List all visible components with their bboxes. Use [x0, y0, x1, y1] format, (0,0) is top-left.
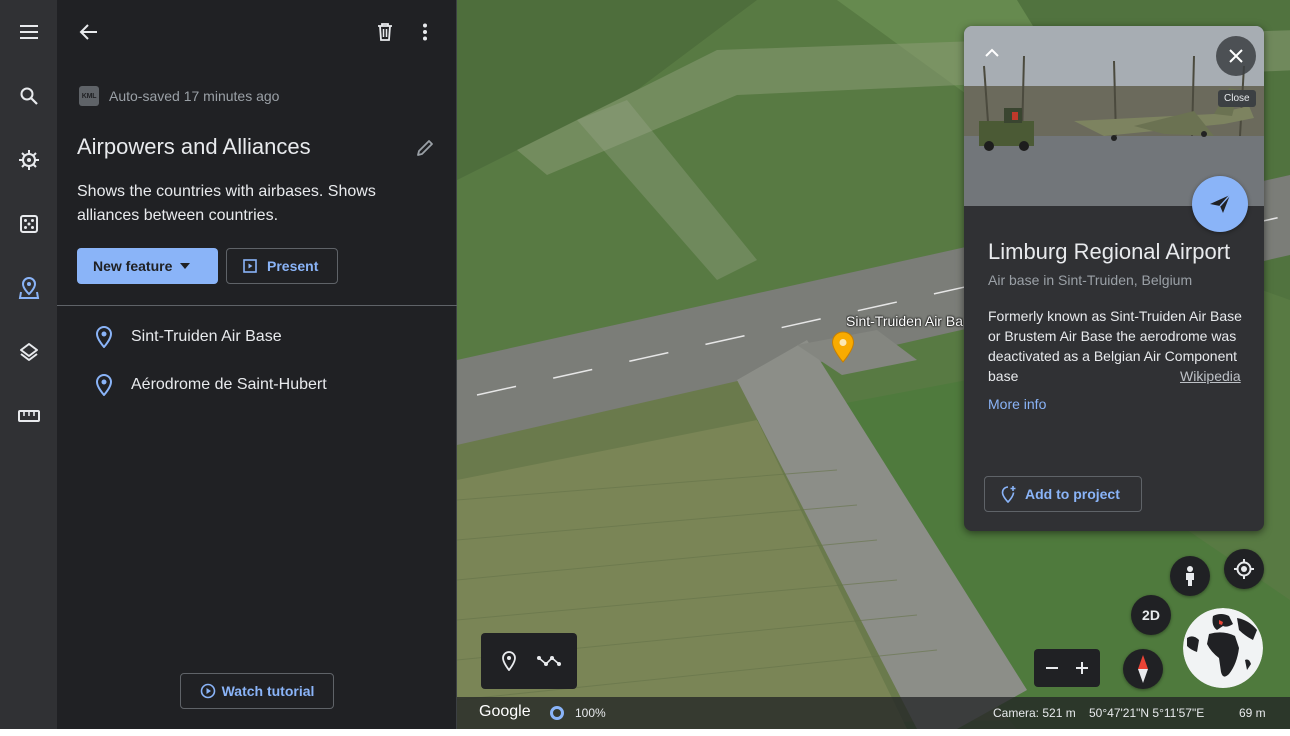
dropdown-arrow-icon — [180, 263, 191, 269]
place-title: Limburg Regional Airport — [988, 239, 1231, 264]
measure-button[interactable] — [13, 400, 45, 432]
google-logo: Google — [479, 703, 531, 720]
map-viewport[interactable]: Sint-Truiden Air Base — [457, 0, 1290, 729]
compass-icon — [1136, 654, 1150, 684]
loading-indicator — [550, 706, 564, 720]
play-circle-icon — [200, 683, 216, 699]
pegman-button[interactable] — [1170, 556, 1210, 596]
present-label: Present — [267, 258, 319, 274]
panel-divider — [57, 305, 457, 306]
polyline-icon — [537, 654, 561, 668]
close-card-button[interactable] — [1216, 36, 1256, 76]
more-options-button[interactable] — [409, 16, 441, 48]
add-placemark-button[interactable] — [495, 647, 523, 675]
add-to-project-button[interactable]: Add to project — [984, 476, 1142, 512]
autosave-text: Auto-saved 17 minutes ago — [109, 88, 280, 104]
placemark-icon — [95, 374, 113, 396]
placemark-icon — [95, 326, 113, 348]
camera-altitude: Camera: 521 m — [993, 706, 1076, 720]
list-item[interactable]: Sint-Truiden Air Base — [95, 323, 282, 351]
feeling-lucky-icon — [19, 214, 39, 234]
kml-file-icon: KML — [79, 86, 99, 106]
zoom-out-button[interactable] — [1038, 654, 1066, 682]
fly-to-button[interactable] — [1192, 176, 1248, 232]
google-earth-app: KML Auto-saved 17 minutes ago Airpowers … — [0, 0, 1290, 729]
feature-label: Sint-Truiden Air Base — [131, 328, 282, 345]
my-location-icon — [1233, 558, 1255, 580]
close-icon — [1229, 49, 1243, 63]
voyager-button[interactable] — [13, 144, 45, 176]
load-percentage: 100% — [575, 706, 606, 720]
plus-icon — [1074, 660, 1090, 676]
new-feature-button[interactable]: New feature — [77, 248, 218, 284]
back-button[interactable] — [73, 16, 105, 48]
voyager-icon — [18, 149, 40, 171]
place-card: Close Limburg Regional Airport Air base … — [964, 26, 1264, 531]
view-mode-toggle[interactable]: 2D — [1131, 595, 1171, 635]
zoom-in-button[interactable] — [1068, 654, 1096, 682]
minus-icon — [1044, 660, 1060, 676]
status-bar: Google 100% Camera: 521 m 50°47'21"N 5°1… — [457, 697, 1290, 729]
layers-icon — [19, 342, 39, 362]
place-label: Sint-Truiden Air Base — [846, 313, 963, 329]
delete-project-button[interactable] — [369, 16, 401, 48]
projects-button[interactable] — [13, 272, 45, 304]
search-button[interactable] — [13, 80, 45, 112]
placemark-icon — [501, 651, 517, 671]
add-to-project-label: Add to project — [1025, 486, 1120, 502]
list-item[interactable]: Aérodrome de Saint-Hubert — [95, 371, 327, 399]
globe-minimap[interactable] — [1183, 608, 1263, 688]
new-feature-label: New feature — [93, 258, 173, 274]
slideshow-icon — [243, 259, 257, 273]
wikipedia-link[interactable]: Wikipedia — [1178, 366, 1241, 386]
zoom-controls — [1034, 649, 1100, 687]
menu-icon — [19, 24, 39, 40]
scale-readout: 69 m — [1239, 706, 1266, 720]
project-panel: KML Auto-saved 17 minutes ago Airpowers … — [57, 0, 457, 729]
my-location-button[interactable] — [1224, 549, 1264, 589]
pegman-icon — [1183, 565, 1197, 587]
collapse-card-button[interactable] — [978, 38, 1006, 66]
project-title: Airpowers and Alliances — [77, 134, 311, 159]
add-location-icon — [1001, 485, 1017, 503]
place-marker[interactable] — [831, 331, 855, 363]
menu-button[interactable] — [13, 16, 45, 48]
drawing-toolbar — [481, 633, 577, 689]
send-icon — [1209, 194, 1231, 214]
watch-tutorial-label: Watch tutorial — [221, 683, 315, 699]
more-vert-icon — [422, 23, 428, 41]
search-icon — [19, 86, 39, 106]
autosave-status: KML Auto-saved 17 minutes ago — [79, 86, 279, 106]
place-subtitle: Air base in Sint-Truiden, Belgium — [988, 272, 1193, 288]
watch-tutorial-button[interactable]: Watch tutorial — [180, 673, 334, 709]
close-tooltip: Close — [1218, 90, 1256, 107]
feeling-lucky-button[interactable] — [13, 208, 45, 240]
trash-icon — [377, 22, 393, 42]
map-pin-icon — [831, 331, 855, 363]
map-style-button[interactable] — [13, 336, 45, 368]
draw-line-button[interactable] — [535, 647, 563, 675]
present-button[interactable]: Present — [226, 248, 338, 284]
description-fade — [1134, 366, 1176, 386]
projects-icon — [18, 276, 40, 300]
chevron-up-icon — [985, 48, 999, 57]
pencil-icon — [416, 139, 434, 157]
edit-project-button[interactable] — [409, 132, 441, 164]
compass-button[interactable] — [1123, 649, 1163, 689]
coordinates: 50°47'21"N 5°11'57"E — [1089, 706, 1205, 720]
project-description: Shows the countries with airbases. Shows… — [77, 183, 376, 224]
feature-label: Aérodrome de Saint-Hubert — [131, 376, 327, 393]
arrow-back-icon — [79, 23, 99, 41]
ruler-icon — [18, 409, 40, 423]
more-info-link[interactable]: More info — [988, 396, 1046, 412]
left-rail — [0, 0, 57, 729]
